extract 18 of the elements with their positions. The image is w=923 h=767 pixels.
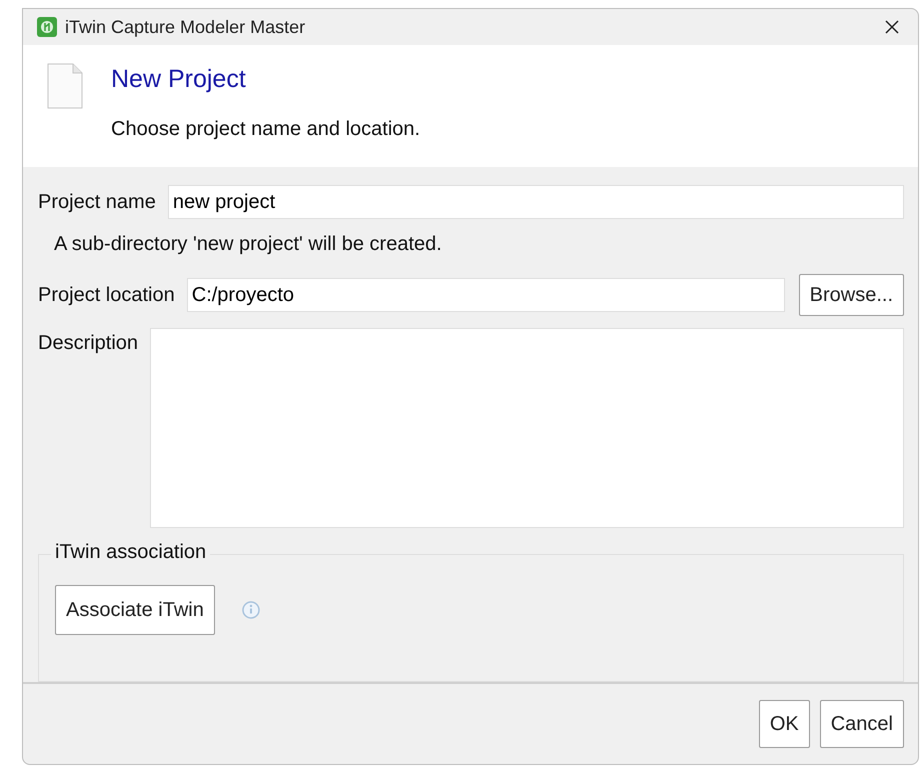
field-label: Description xyxy=(38,332,138,355)
browse-button[interactable]: Browse... xyxy=(798,274,904,316)
project-name-field[interactable]: new project xyxy=(168,185,904,219)
project-location-field[interactable]: C:/proyecto xyxy=(186,278,785,312)
hint-text: A sub-directory 'new project' will be created. xyxy=(54,233,443,256)
window-title: iTwin Capture Modeler Master xyxy=(65,16,306,38)
ok-button[interactable]: OK xyxy=(758,700,810,748)
dialog-subtitle: Choose project name and location. xyxy=(111,118,420,141)
close-icon[interactable] xyxy=(884,19,900,35)
info-icon[interactable] xyxy=(240,600,261,620)
field-label: Project location xyxy=(38,284,175,306)
dialog-heading: New Project xyxy=(111,65,247,94)
field-label: Project name xyxy=(38,190,156,214)
document-icon xyxy=(47,63,83,109)
cancel-button[interactable]: Cancel xyxy=(820,700,904,748)
description-field[interactable] xyxy=(150,328,904,528)
app-logo-icon xyxy=(37,17,57,37)
associate-button[interactable]: Associate iTwin xyxy=(55,585,215,635)
